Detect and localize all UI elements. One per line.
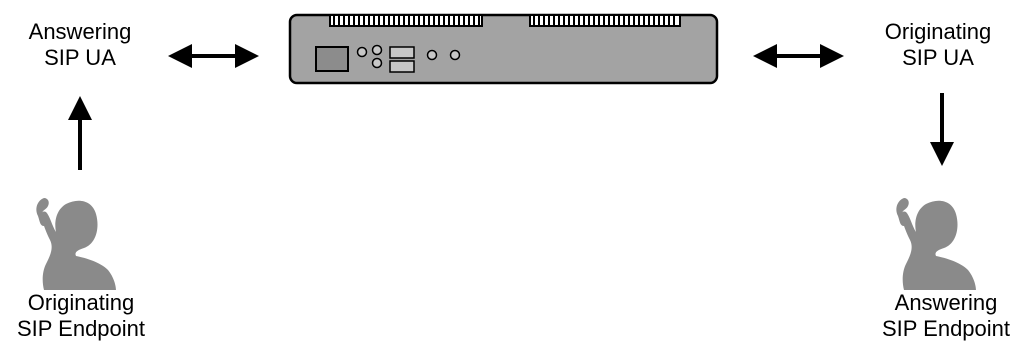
answering-sip-endpoint-label: Answering SIP Endpoint xyxy=(870,290,1022,342)
answering-sip-ua-label: Answering SIP UA xyxy=(20,19,140,71)
answering-sip-ua-line1: Answering xyxy=(28,19,132,44)
answering-sip-ua-line2: SIP UA xyxy=(44,45,116,70)
originating-sip-ua-label: Originating SIP UA xyxy=(868,19,1008,71)
originating-sip-endpoint-line1: Originating xyxy=(27,290,135,315)
answering-sip-endpoint-line1: Answering xyxy=(894,290,998,315)
person-on-phone-icon xyxy=(896,198,976,290)
originating-sip-endpoint-line2: SIP Endpoint xyxy=(16,316,146,341)
originating-sip-ua-line1: Originating xyxy=(884,19,992,44)
originating-sip-endpoint-label: Originating SIP Endpoint xyxy=(6,290,156,342)
sip-appliance-icon xyxy=(288,13,719,85)
person-on-phone-icon xyxy=(36,198,116,290)
answering-sip-endpoint-line2: SIP Endpoint xyxy=(881,316,1011,341)
originating-sip-ua-line2: SIP UA xyxy=(902,45,974,70)
